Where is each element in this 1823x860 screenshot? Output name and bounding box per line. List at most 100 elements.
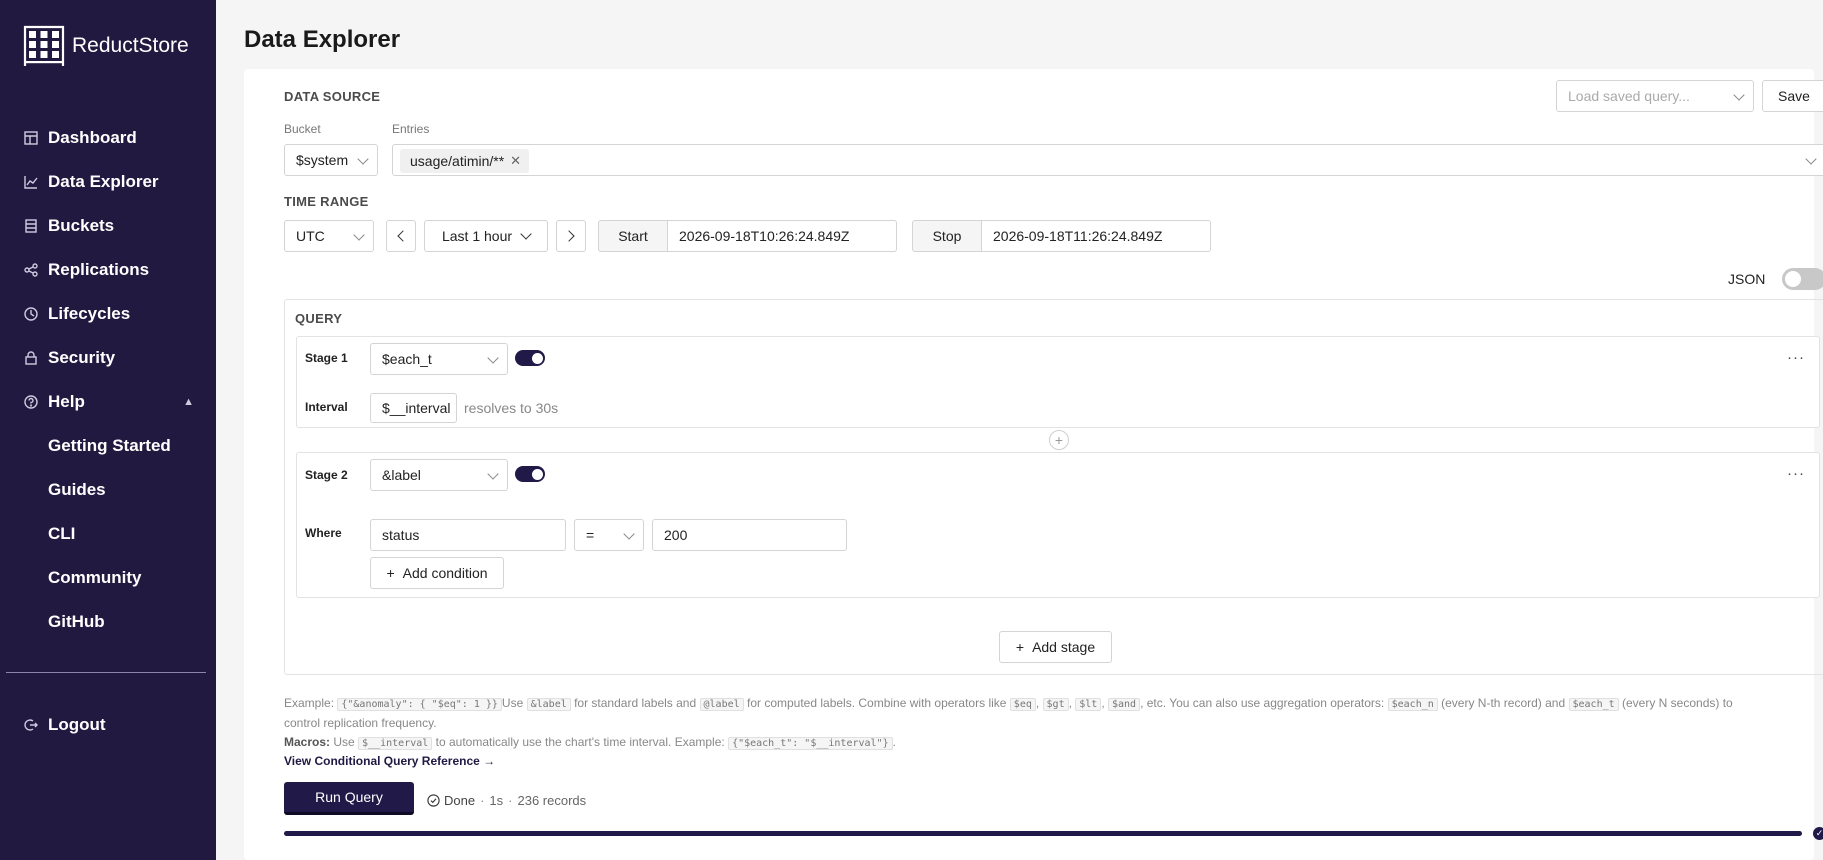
add-stage-button[interactable]: + Add stage bbox=[999, 631, 1112, 663]
interval-label: Interval bbox=[305, 400, 348, 414]
json-toggle[interactable] bbox=[1782, 268, 1823, 290]
logout-label: Logout bbox=[48, 715, 106, 734]
chevron-down-icon bbox=[357, 153, 369, 165]
interval-hint: resolves to 30s bbox=[464, 400, 559, 416]
example-code: {"&anomaly": { "$eq": 1 }} bbox=[337, 698, 502, 711]
help-text: , etc. You can also use aggregation oper… bbox=[1140, 696, 1385, 710]
saved-query-select[interactable]: Load saved query... bbox=[1556, 80, 1754, 112]
code-computed: @label bbox=[699, 698, 744, 711]
toggle-knob bbox=[1785, 271, 1801, 287]
code-lt: $lt bbox=[1075, 698, 1102, 711]
query-reference-link[interactable]: View Conditional Query Reference → bbox=[284, 754, 495, 768]
query-progress-bar bbox=[284, 831, 1802, 836]
sidebar-logout: Logout bbox=[0, 703, 216, 747]
line-chart-icon bbox=[24, 175, 38, 189]
entry-tag-label: usage/atimin/** bbox=[410, 153, 505, 169]
start-input[interactable]: 2026-09-18T10:26:24.849Z bbox=[667, 220, 897, 252]
sidebar-item-getting-started[interactable]: Getting Started bbox=[0, 424, 216, 468]
sidebar-item-cli[interactable]: CLI bbox=[0, 512, 216, 556]
page-title: Data Explorer bbox=[244, 26, 401, 53]
start-label: Start bbox=[598, 220, 668, 252]
stop-input[interactable]: 2026-09-18T11:26:24.849Z bbox=[981, 220, 1211, 252]
next-range-button[interactable] bbox=[556, 220, 586, 252]
code-each-n: $each_n bbox=[1387, 698, 1438, 711]
add-stage-label: Add stage bbox=[1032, 639, 1096, 655]
help-text: (every N-th record) and bbox=[1441, 696, 1566, 710]
sidebar-item-label: Lifecycles bbox=[48, 304, 131, 323]
stage-more-icon[interactable]: ··· bbox=[1787, 349, 1805, 366]
logout-button[interactable]: Logout bbox=[0, 703, 216, 747]
interval-input[interactable]: $__interval bbox=[370, 393, 457, 423]
code-each-t: $each_t bbox=[1568, 698, 1619, 711]
insert-stage-icon[interactable]: + bbox=[1049, 430, 1069, 450]
sidebar-item-label: Security bbox=[48, 348, 116, 367]
help-text: Use bbox=[333, 735, 355, 749]
status-duration: 1s bbox=[489, 793, 504, 808]
stage-operator-select[interactable]: $each_t bbox=[370, 343, 508, 375]
condition-field-input[interactable]: status bbox=[370, 519, 566, 551]
explorer-card: DATA SOURCE Load saved query... Save Buc… bbox=[244, 69, 1823, 860]
app-name: ReductStore bbox=[72, 34, 189, 57]
sidebar-item-lifecycles[interactable]: Lifecycles bbox=[0, 292, 216, 336]
stage-label: Stage 1 bbox=[305, 351, 348, 365]
sidebar-item-security[interactable]: Security bbox=[0, 336, 216, 380]
timezone-value: UTC bbox=[296, 228, 325, 244]
timezone-select[interactable]: UTC bbox=[284, 220, 374, 252]
entries-select[interactable]: usage/atimin/** ✕ bbox=[392, 144, 1823, 176]
help-text: to automatically use the chart's time in… bbox=[435, 735, 725, 749]
app-logo[interactable]: ReductStore bbox=[22, 24, 189, 68]
code-label: &label bbox=[526, 698, 571, 711]
range-preset-select[interactable]: Last 1 hour bbox=[424, 220, 548, 252]
plus-icon: + bbox=[1015, 639, 1025, 655]
example-prefix: Example: bbox=[284, 696, 335, 710]
sidebar-item-help[interactable]: Help ▲ bbox=[0, 380, 216, 424]
chevron-down-icon bbox=[1733, 89, 1745, 101]
chevron-down-icon bbox=[623, 528, 635, 540]
sidebar-item-label: Data Explorer bbox=[48, 172, 159, 191]
add-condition-button[interactable]: + Add condition bbox=[370, 557, 504, 589]
condition-operator-value: = bbox=[586, 527, 595, 543]
bucket-icon bbox=[24, 219, 38, 233]
sidebar-item-guides[interactable]: Guides bbox=[0, 468, 216, 512]
code-macro-example: {"$each_t": "$__interval"} bbox=[728, 737, 893, 750]
sidebar-item-label: Buckets bbox=[48, 216, 115, 235]
sidebar-item-replications[interactable]: Replications bbox=[0, 248, 216, 292]
bucket-select[interactable]: $system bbox=[284, 144, 378, 176]
entries-label: Entries bbox=[392, 122, 430, 136]
sidebar-item-data-explorer[interactable]: Data Explorer bbox=[0, 160, 216, 204]
sidebar-item-dashboard[interactable]: Dashboard bbox=[0, 116, 216, 160]
lock-icon bbox=[24, 351, 38, 365]
chevron-down-icon bbox=[487, 352, 499, 364]
sidebar-item-buckets[interactable]: Buckets bbox=[0, 204, 216, 248]
help-text: (every N seconds) to bbox=[1622, 696, 1733, 710]
share-icon bbox=[24, 263, 38, 277]
close-icon[interactable]: ✕ bbox=[510, 153, 521, 169]
stage-enabled-toggle[interactable] bbox=[515, 350, 545, 366]
run-query-button[interactable]: Run Query bbox=[284, 782, 414, 815]
reductstore-logo-icon bbox=[23, 25, 65, 66]
logout-icon bbox=[24, 718, 38, 732]
clock-icon bbox=[24, 307, 38, 321]
stage-enabled-toggle[interactable] bbox=[515, 466, 545, 482]
sidebar-item-label: Help bbox=[48, 392, 85, 411]
entry-tag[interactable]: usage/atimin/** ✕ bbox=[400, 149, 530, 173]
sidebar-item-label: Dashboard bbox=[48, 128, 137, 147]
query-status: Done · 1s · 236 records bbox=[427, 793, 586, 808]
sidebar-nav: Dashboard Data Explorer Buckets Replicat… bbox=[0, 116, 216, 644]
previous-range-button[interactable] bbox=[386, 220, 416, 252]
sidebar-item-github[interactable]: GitHub bbox=[0, 600, 216, 644]
status-records: 236 records bbox=[517, 793, 587, 808]
save-button[interactable]: Save bbox=[1762, 80, 1823, 112]
condition-operator-select[interactable]: = bbox=[574, 519, 644, 551]
code-eq: $eq bbox=[1009, 698, 1036, 711]
stage-more-icon[interactable]: ··· bbox=[1787, 465, 1805, 482]
condition-value-input[interactable]: 200 bbox=[652, 519, 847, 551]
where-label: Where bbox=[305, 526, 342, 540]
stage-operator-value: &label bbox=[382, 467, 421, 483]
code-interval: $__interval bbox=[358, 737, 433, 750]
sidebar-item-community[interactable]: Community bbox=[0, 556, 216, 600]
check-circle-icon bbox=[427, 794, 440, 807]
json-toggle-label: JSON bbox=[1728, 271, 1766, 287]
stage-operator-select[interactable]: &label bbox=[370, 459, 508, 491]
query-heading: QUERY bbox=[295, 311, 343, 326]
